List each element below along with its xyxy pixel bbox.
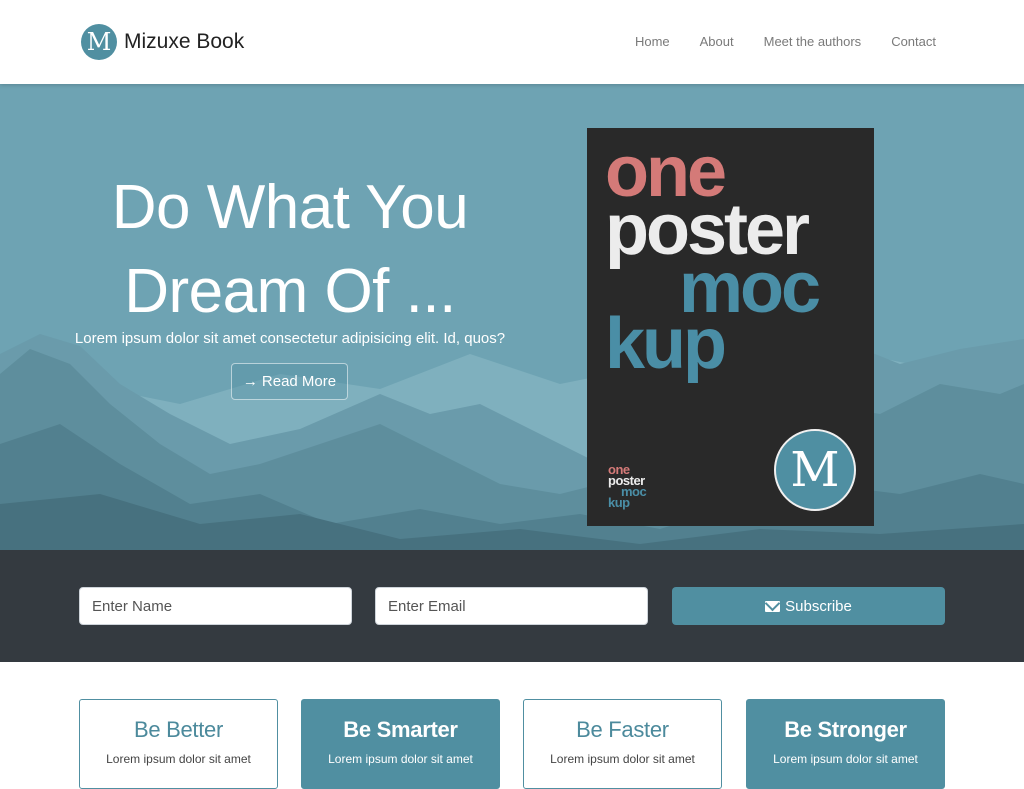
poster-logo-icon: M bbox=[774, 429, 856, 511]
brand-logo-icon: M bbox=[81, 24, 117, 60]
nav-link-about[interactable]: About bbox=[700, 34, 734, 49]
feature-title: Be Faster bbox=[576, 717, 669, 742]
brand-name: Mizuxe Book bbox=[124, 30, 245, 53]
feature-card: Be Better Lorem ipsum dolor sit amet bbox=[79, 699, 278, 789]
features-section: Be Better Lorem ipsum dolor sit amet Be … bbox=[0, 662, 1024, 789]
feature-text: Lorem ipsum dolor sit amet bbox=[328, 752, 473, 766]
nav-links: Home About Meet the authors Contact bbox=[605, 34, 936, 49]
feature-title: Be Stronger bbox=[784, 717, 907, 742]
read-more-label: Read More bbox=[261, 373, 337, 390]
book-poster-image: one poster moc kup one poster moc kup M bbox=[587, 128, 874, 526]
hero-section: Do What You Dream Of ... Lorem ipsum dol… bbox=[0, 84, 1024, 550]
hero-subtitle: Lorem ipsum dolor sit amet consectetur a… bbox=[74, 330, 506, 347]
feature-text: Lorem ipsum dolor sit amet bbox=[773, 752, 918, 766]
hero-title: Do What You Dream Of ... bbox=[111, 173, 469, 326]
poster-word: kup bbox=[605, 304, 727, 384]
arrow-right-icon: → bbox=[242, 373, 258, 390]
feature-text: Lorem ipsum dolor sit amet bbox=[106, 752, 251, 766]
nav-link-authors[interactable]: Meet the authors bbox=[764, 34, 862, 49]
subscribe-label: Subscribe bbox=[785, 597, 852, 615]
email-input[interactable] bbox=[375, 587, 648, 625]
feature-title: Be Better bbox=[133, 717, 224, 742]
brand-link[interactable]: M Mizuxe Book bbox=[81, 24, 244, 60]
feature-card: Be Faster Lorem ipsum dolor sit amet bbox=[523, 699, 722, 789]
nav-link-contact[interactable]: Contact bbox=[891, 34, 936, 49]
name-input[interactable] bbox=[79, 587, 352, 625]
feature-card: Be Smarter Lorem ipsum dolor sit amet bbox=[301, 699, 500, 789]
feature-card: Be Stronger Lorem ipsum dolor sit amet bbox=[746, 699, 945, 789]
feature-title: Be Smarter bbox=[343, 717, 458, 742]
poster-small-word: kup bbox=[608, 495, 630, 510]
navbar: M Mizuxe Book Home About Meet the author… bbox=[0, 0, 1024, 84]
subscribe-button[interactable]: Subscribe bbox=[672, 587, 945, 625]
read-more-button[interactable]: → Read More bbox=[231, 363, 348, 400]
feature-text: Lorem ipsum dolor sit amet bbox=[550, 752, 695, 766]
subscribe-section: Subscribe bbox=[0, 550, 1024, 662]
nav-link-home[interactable]: Home bbox=[635, 34, 670, 49]
envelope-icon bbox=[765, 600, 781, 612]
